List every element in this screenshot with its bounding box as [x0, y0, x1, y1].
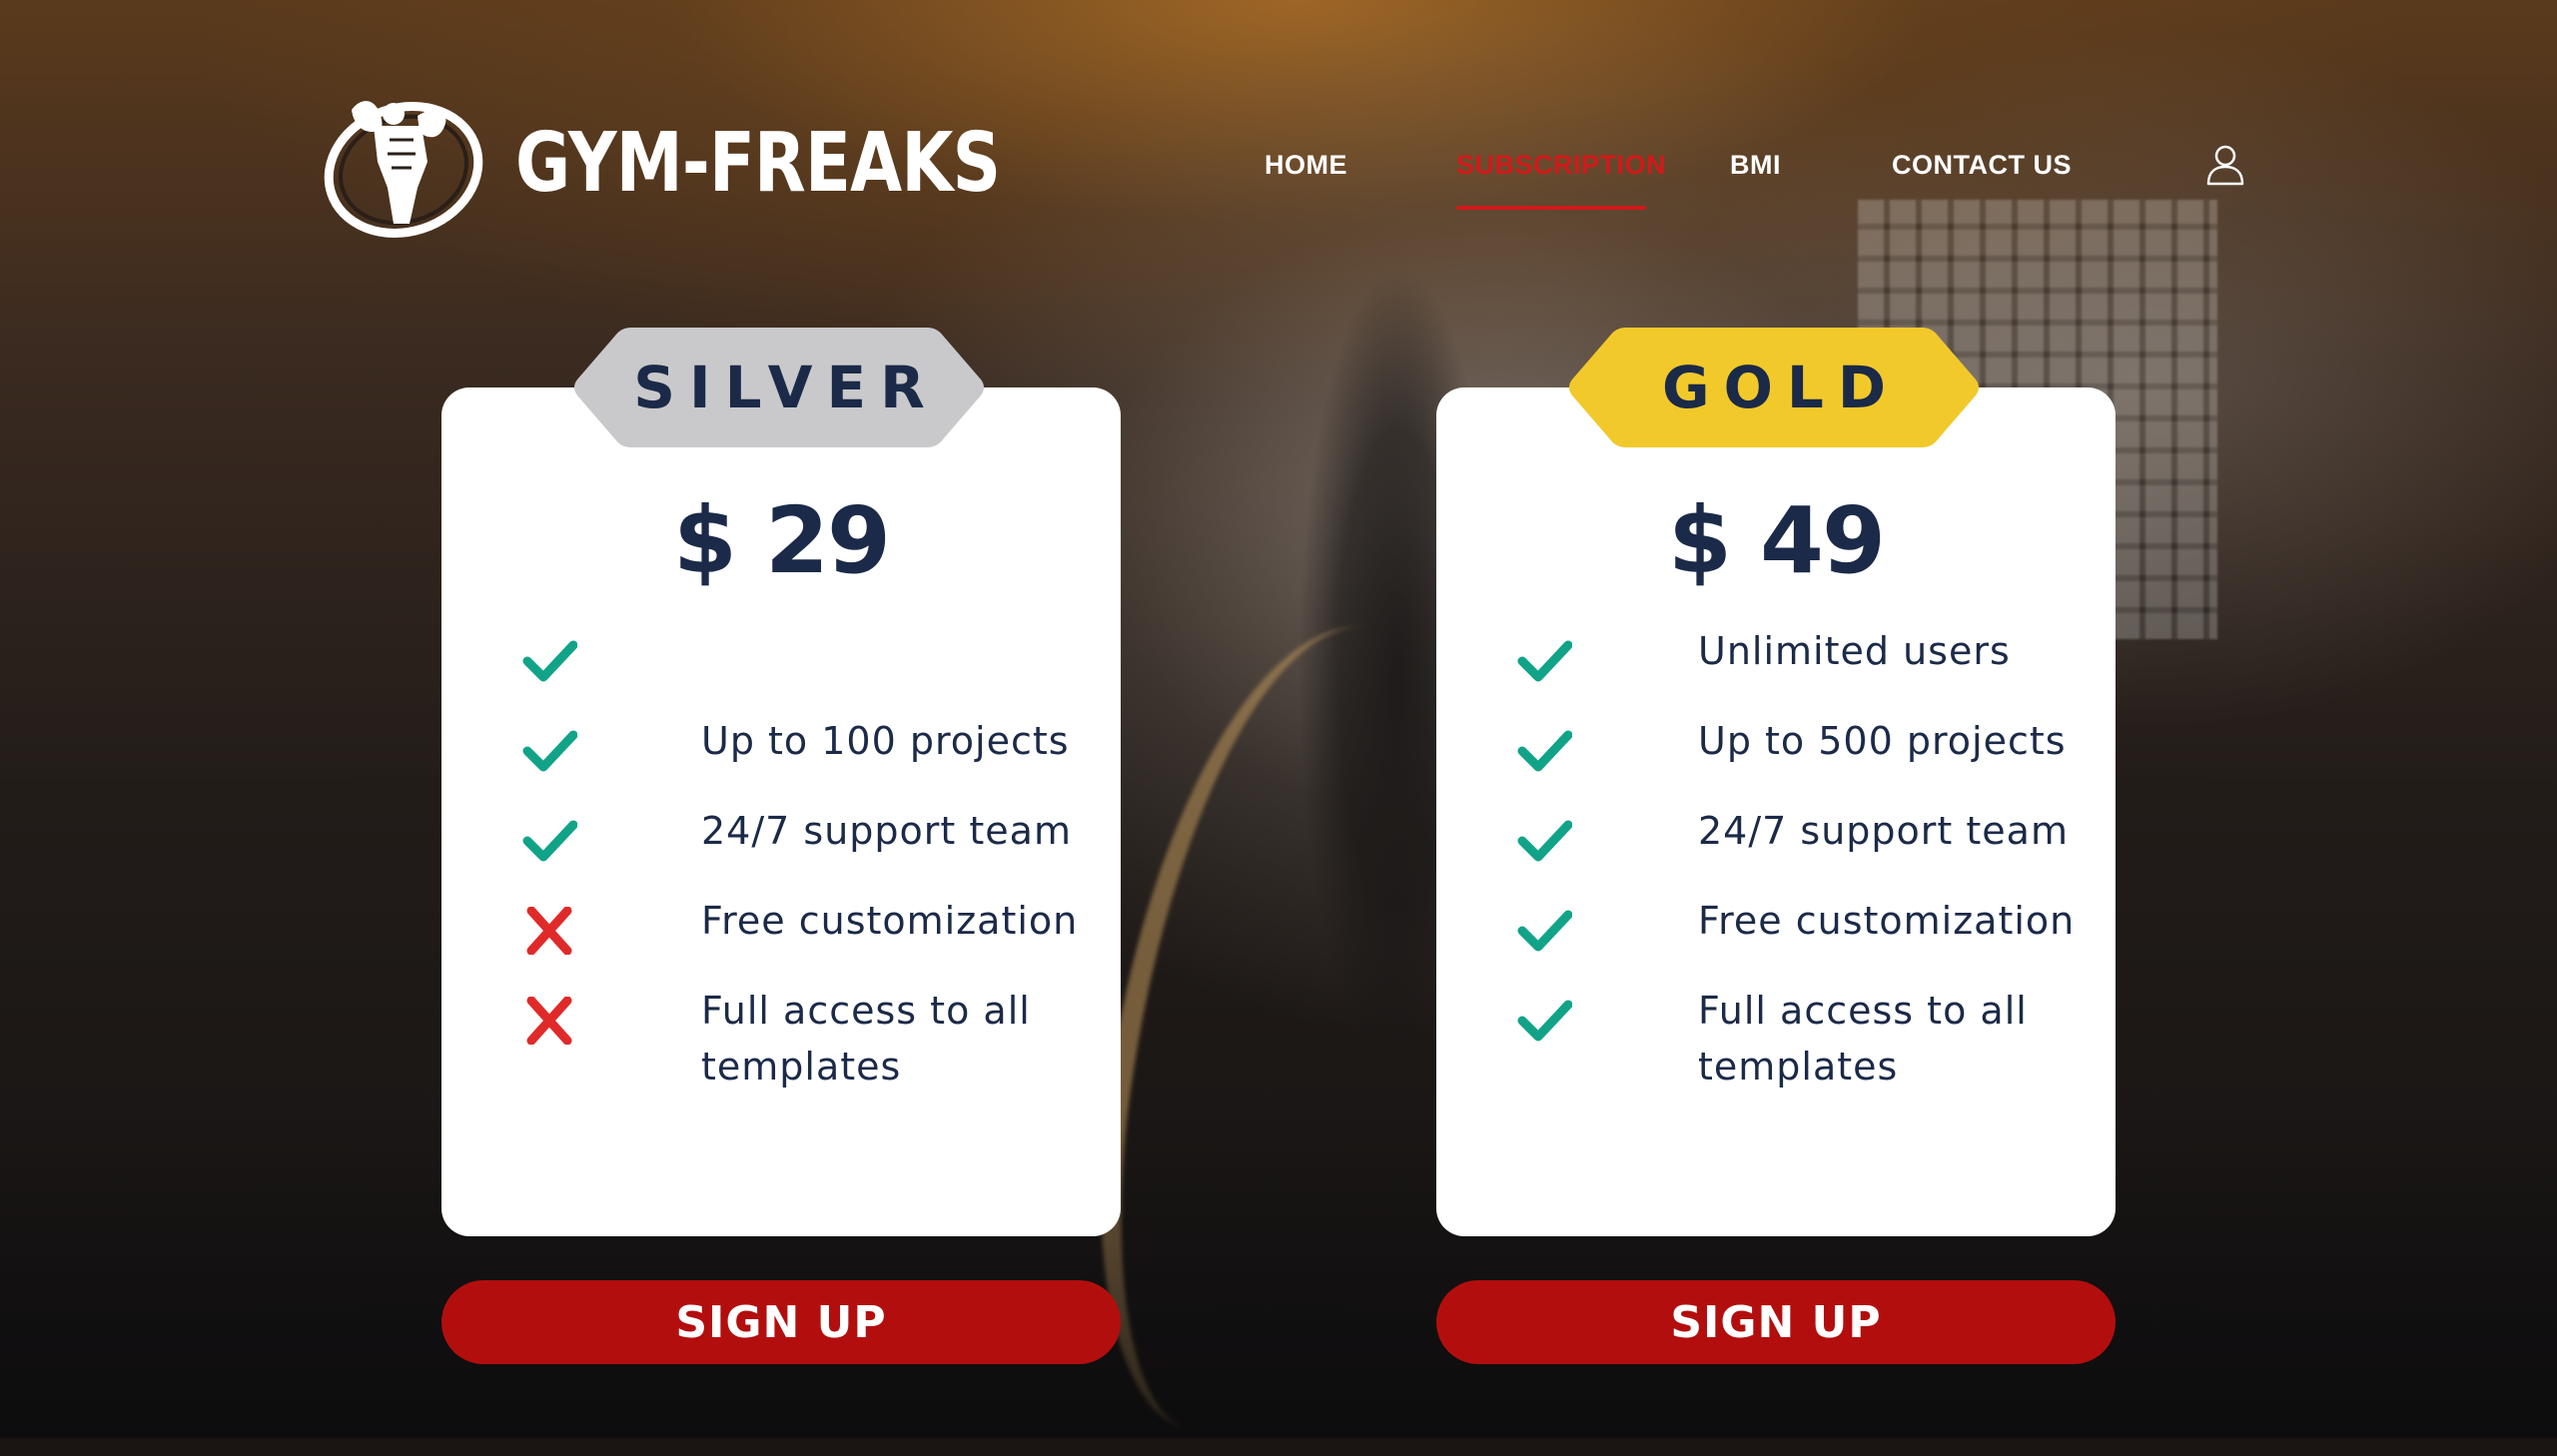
plan-badge-gold: GOLD	[1566, 328, 1982, 447]
check-icon	[1517, 820, 1572, 862]
feature-text: Full access to all templates	[1698, 989, 2028, 1089]
cross-icon	[526, 907, 572, 955]
plan-card-gold: GOLD $ 49 Unlimited users Up to 500 proj…	[1436, 328, 2116, 1236]
plan-name: GOLD	[1661, 354, 1900, 421]
plan-card-silver: SILVER $ 29 Up to 100 projects 24/7 supp…	[441, 328, 1121, 1236]
check-icon	[1517, 730, 1572, 772]
background-floor	[0, 1108, 2557, 1438]
plan-price: $ 49	[1667, 487, 1886, 594]
feature-text: Unlimited users	[1698, 629, 2011, 673]
nav-subscription[interactable]: SUBSCRIPTION	[1456, 150, 1666, 181]
bodybuilder-emblem-icon[interactable]	[322, 92, 485, 240]
feature-text: Free customization	[1698, 899, 2076, 943]
check-icon	[1517, 640, 1572, 682]
check-icon	[1517, 910, 1572, 952]
plan-price: $ 29	[672, 487, 891, 594]
feature-text: Up to 100 projects	[701, 719, 1070, 763]
feature-text: 24/7 support team	[1698, 809, 2069, 853]
nav-active-underline	[1456, 206, 1646, 210]
check-icon	[1517, 1000, 1572, 1042]
user-icon[interactable]	[2205, 144, 2245, 186]
check-icon	[522, 820, 577, 862]
feature-text: Up to 500 projects	[1698, 719, 2067, 763]
nav-home[interactable]: HOME	[1265, 150, 1347, 181]
nav-contact-us[interactable]: CONTACT US	[1892, 150, 2072, 181]
plan-badge-silver: SILVER	[571, 328, 987, 447]
signup-button-silver[interactable]: SIGN UP	[441, 1280, 1121, 1364]
signup-button-gold[interactable]: SIGN UP	[1436, 1280, 2116, 1364]
check-icon	[522, 640, 577, 682]
feature-text: Full access to all templates	[701, 989, 1031, 1089]
feature-text: 24/7 support team	[701, 809, 1072, 853]
brand-name[interactable]: GYM-FREAKS	[515, 118, 1001, 210]
nav-bmi[interactable]: BMI	[1730, 150, 1781, 181]
plan-name: SILVER	[633, 354, 939, 421]
check-icon	[522, 730, 577, 772]
cross-icon	[526, 997, 572, 1045]
feature-text: Free customization	[701, 899, 1079, 943]
